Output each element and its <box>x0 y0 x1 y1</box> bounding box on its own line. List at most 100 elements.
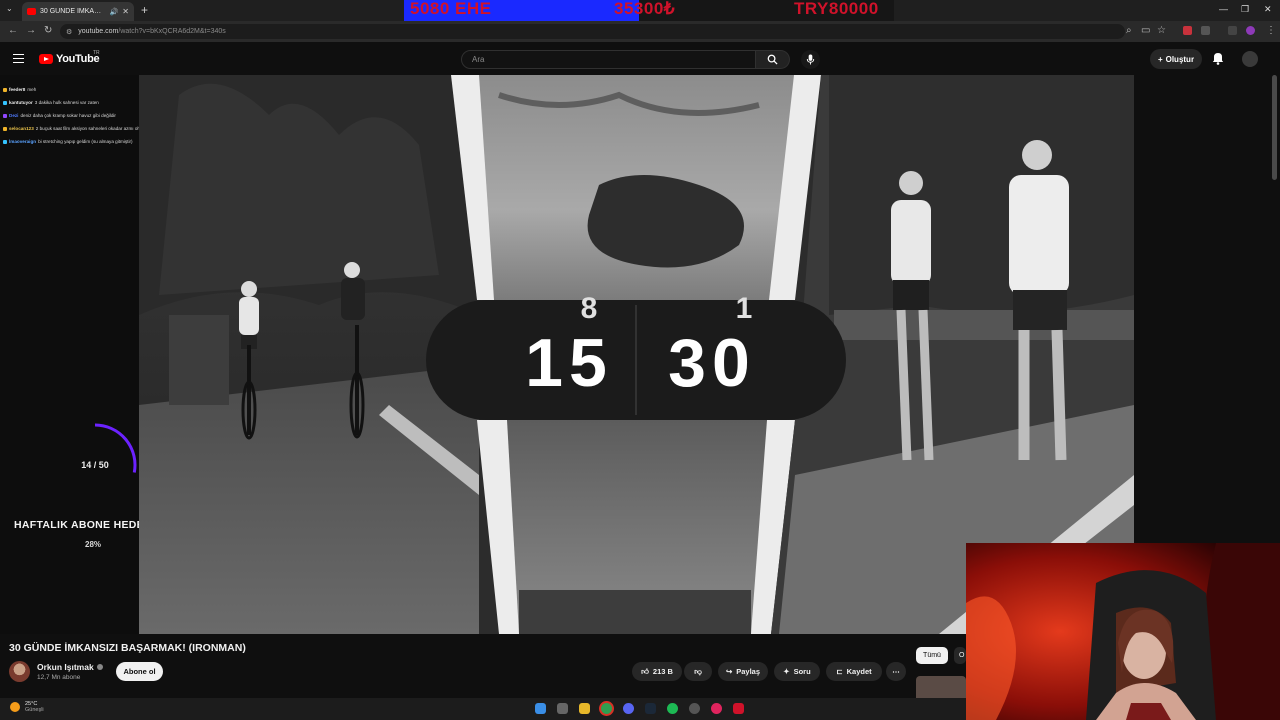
chip-next-label: O <box>959 652 965 659</box>
restore-icon[interactable]: ❐ <box>1241 4 1249 15</box>
address-bar[interactable]: ⚙ youtube.com/watch?v=bKxQCRA6d2M&t=340s <box>60 24 1125 39</box>
subscriber-count: 12,7 Mn abone <box>37 674 81 681</box>
timer-right-above: 1 <box>736 292 753 325</box>
share-icon: ↪ <box>725 667 733 676</box>
cast-icon[interactable]: ▭ <box>1141 25 1150 36</box>
channel-name-text: Orkun Işıtmak <box>37 662 94 672</box>
task-view-icon[interactable] <box>557 703 568 714</box>
youtube-favicon-icon <box>27 8 36 15</box>
windows-start-icon[interactable] <box>535 703 546 714</box>
new-tab-icon[interactable]: + <box>141 3 148 17</box>
like-button[interactable]: 👍︎ 213 B <box>632 662 682 681</box>
plus-icon: + <box>1157 54 1163 64</box>
subscribe-button[interactable]: Abone ol <box>116 662 163 681</box>
tab-search-chevron-icon[interactable]: ⌄ <box>6 4 13 13</box>
steam-icon[interactable] <box>645 703 656 714</box>
chat-username: kantutuyor <box>9 100 33 105</box>
sub-goal-title: HAFTALIK ABONE HEDEFİ <box>14 519 154 531</box>
voice-search-button[interactable] <box>801 50 820 69</box>
stream-overlay-left-panel <box>0 75 139 634</box>
chip-next[interactable]: O <box>954 647 966 664</box>
thumbs-up-icon: 👍︎ <box>641 666 649 676</box>
save-button[interactable]: ⊏ Kaydet <box>826 662 882 681</box>
channel-avatar[interactable] <box>9 661 30 682</box>
extension-icon[interactable] <box>1183 26 1192 35</box>
ask-label: Soru <box>793 667 811 676</box>
like-count: 213 B <box>652 667 673 676</box>
create-label: Oluştur <box>1165 54 1195 64</box>
weather-widget[interactable]: 25°C Güneşli <box>10 701 44 713</box>
sidebar-icon[interactable] <box>1228 26 1237 35</box>
create-button[interactable]: + Oluştur <box>1150 49 1202 69</box>
extensions-puzzle-icon[interactable] <box>1201 26 1210 35</box>
reload-icon[interactable]: ↻ <box>44 25 52 36</box>
sparkle-icon: ✦ <box>783 667 790 676</box>
chat-badge-icon <box>3 126 7 131</box>
chat-username: Dezi <box>9 113 19 118</box>
back-icon[interactable]: ← <box>8 25 18 36</box>
chat-username: selocan123 <box>9 126 34 131</box>
app-icon[interactable] <box>689 703 700 714</box>
search-input[interactable]: Ara <box>461 50 756 69</box>
minimize-icon[interactable]: — <box>1219 4 1228 14</box>
obs-icon[interactable] <box>711 703 722 714</box>
browser-menu-icon[interactable]: ⋮ <box>1266 25 1276 36</box>
search-icon <box>767 54 778 65</box>
chat-badge-icon <box>3 100 7 105</box>
dislike-button[interactable]: 👎︎ <box>684 662 712 681</box>
chat-text: bi stretching yapıp geldim (su almaya gi… <box>38 139 133 144</box>
url-host: youtube.com <box>78 28 119 35</box>
weather-condition: Güneşli <box>25 707 44 713</box>
youtube-play-logo-icon <box>39 54 53 64</box>
streamer-webcam <box>966 543 1280 720</box>
browser-toolbar: ← → ↻ ⚙ youtube.com/watch?v=bKxQCRA6d2M&… <box>0 21 1280 42</box>
window-close-icon[interactable]: ✕ <box>1264 4 1272 15</box>
microphone-icon <box>806 54 815 65</box>
ask-button[interactable]: ✦ Soru <box>774 662 820 681</box>
sub-goal-percent: 28% <box>85 540 102 549</box>
spotify-icon[interactable] <box>667 703 678 714</box>
account-avatar[interactable] <box>1242 51 1258 67</box>
more-horizontal-icon: ⋯ <box>892 667 900 676</box>
chrome-icon[interactable] <box>601 703 612 714</box>
thumbs-down-icon: 👎︎ <box>694 666 702 676</box>
right-sidebar <box>1134 75 1280 545</box>
channel-name[interactable]: Orkun Işıtmak <box>37 662 103 672</box>
youtube-header: YouTube TR Ara + Oluştur <box>0 42 1280 75</box>
file-explorer-icon[interactable] <box>579 703 590 714</box>
search-button[interactable] <box>756 50 790 69</box>
timer-left-above: 8 <box>581 292 598 325</box>
save-label: Kaydet <box>846 667 872 676</box>
donation-left-text: 5080 EHE <box>410 0 492 18</box>
more-actions-button[interactable]: ⋯ <box>886 662 906 681</box>
app-red-icon[interactable] <box>733 703 744 714</box>
webcam-feed <box>966 543 1280 720</box>
forward-icon[interactable]: → <box>26 25 36 36</box>
verified-badge-icon <box>96 664 103 670</box>
url-path: /watch?v=bKxQCRA6d2M&t=340s <box>118 28 226 35</box>
chip-all[interactable]: Tümü <box>916 647 948 664</box>
chat-text: meh <box>27 87 37 92</box>
share-button[interactable]: ↪ Paylaş <box>718 662 768 681</box>
chat-badge-icon <box>3 87 7 92</box>
video-title: 30 GÜNDE İMKANSIZI BAŞARMAK! (IRONMAN) <box>9 642 246 654</box>
page-scrollbar[interactable] <box>1272 75 1277 180</box>
discord-icon[interactable] <box>623 703 634 714</box>
chat-badge-icon <box>3 139 7 144</box>
site-info-icon[interactable]: ⚙ <box>66 28 72 36</box>
speaker-icon[interactable]: 🔊 <box>110 8 119 16</box>
youtube-logo[interactable]: YouTube <box>39 53 100 65</box>
menu-icon[interactable] <box>13 54 24 63</box>
profile-icon[interactable] <box>1246 26 1255 35</box>
bookmark-star-icon[interactable]: ☆ <box>1157 25 1166 36</box>
browser-tab[interactable]: 30 GÜNDE İMKANSIZI BAŞ 🔊 ✕ <box>22 2 134 21</box>
windows-taskbar: 25°C Güneşli <box>0 698 966 720</box>
chat-text: 2 buçuk saat film aksiyon sahneleri okad… <box>35 126 143 131</box>
zoom-icon[interactable]: ⌕ <box>1126 25 1132 36</box>
notifications-bell-icon[interactable] <box>1212 52 1224 65</box>
chat-text: 3 dakika hulk sahnesi var zaten <box>34 100 99 105</box>
chat-username: feeder8 <box>9 87 26 92</box>
chip-all-label: Tümü <box>923 652 941 659</box>
share-label: Paylaş <box>736 667 761 676</box>
tab-close-icon[interactable]: ✕ <box>122 7 129 16</box>
